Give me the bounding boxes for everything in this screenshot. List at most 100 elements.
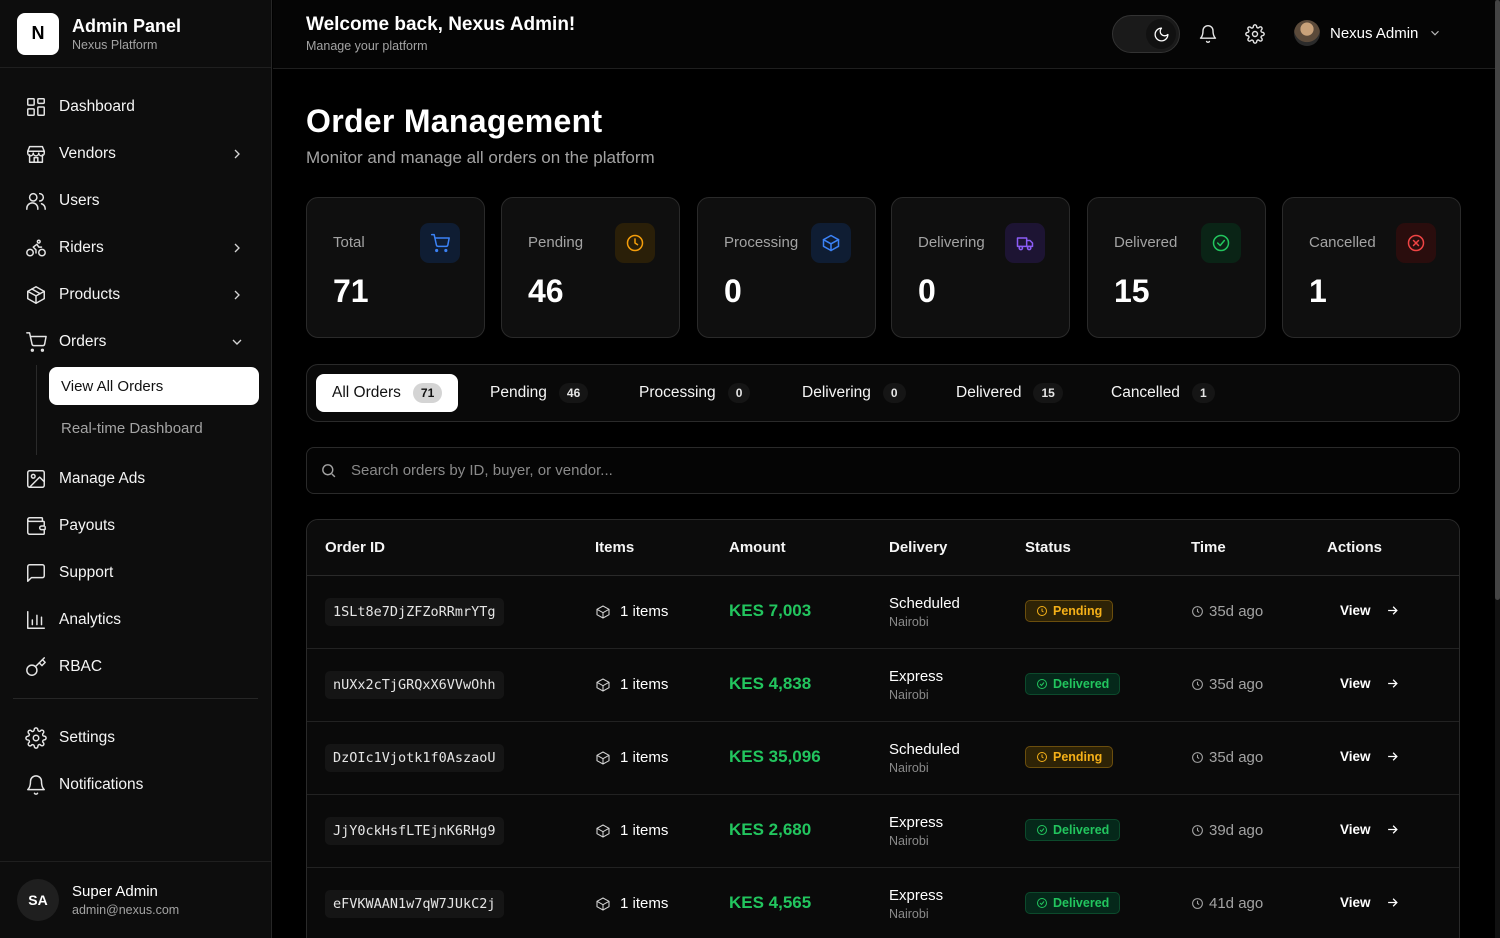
order-id[interactable]: DzOIc1Vjotk1f0AszaoU — [325, 744, 504, 772]
chevron-down-icon — [232, 339, 242, 345]
stat-card-total: Total 71 — [306, 197, 485, 338]
check-circle-icon — [1037, 898, 1047, 908]
bell-icon — [27, 774, 45, 795]
status-badge: Delivered — [1025, 673, 1121, 695]
subnav-view-all-orders[interactable]: View All Orders — [49, 367, 259, 405]
table-row[interactable]: nUXx2cTjGRQxX6VVwOhh 1 items KES 4,838 E… — [307, 649, 1459, 722]
sidebar-item-label: Notifications — [59, 775, 144, 793]
sidebar-user[interactable]: SA Super Admin admin@nexus.com — [0, 861, 271, 938]
stat-value: 15 — [1114, 273, 1150, 309]
tab-label: All Orders — [332, 384, 401, 401]
sidebar-item-dashboard[interactable]: Dashboard — [0, 83, 271, 130]
arrow-right-icon — [1387, 752, 1398, 761]
sidebar-item-products[interactable]: Products — [0, 271, 271, 318]
sidebar-item-riders[interactable]: Riders — [0, 224, 271, 271]
delivery-type: Express — [889, 668, 944, 685]
package-icon — [596, 750, 610, 765]
tab-count-badge: 71 — [412, 383, 443, 403]
wallet-icon — [27, 516, 46, 535]
sidebar-item-vendors[interactable]: Vendors — [0, 130, 271, 177]
column-header: Actions — [1327, 539, 1383, 556]
top-header: Welcome back, Nexus Admin! Manage your p… — [273, 0, 1500, 69]
tab-all-orders[interactable]: All Orders 71 — [316, 374, 459, 412]
stat-icon-box — [420, 223, 460, 263]
sidebar-item-payouts[interactable]: Payouts — [0, 502, 271, 549]
sidebar-item-users[interactable]: Users — [0, 177, 271, 224]
sidebar-item-manage-ads[interactable]: Manage Ads — [0, 455, 271, 502]
tab-processing[interactable]: Processing 0 — [623, 374, 766, 412]
view-order-button[interactable]: View — [1330, 597, 1410, 624]
tab-cancelled[interactable]: Cancelled 1 — [1095, 374, 1231, 412]
search-input[interactable] — [351, 462, 1351, 479]
header-user-menu[interactable]: Nexus Admin — [1294, 20, 1442, 46]
delivery-location: Nairobi — [889, 834, 929, 848]
bell-icon[interactable] — [1198, 24, 1218, 44]
sidebar-item-label: Orders — [59, 332, 107, 350]
check-circle-icon — [1037, 825, 1047, 835]
tab-count-badge: 15 — [1033, 383, 1063, 403]
theme-toggle[interactable] — [1112, 15, 1180, 53]
order-id[interactable]: nUXx2cTjGRQxX6VVwOhh — [325, 671, 504, 699]
order-amount: KES 4,838 — [729, 674, 812, 693]
delivery-location: Nairobi — [889, 907, 929, 921]
sidebar-item-notifications[interactable]: Notifications — [0, 761, 271, 808]
table-row[interactable]: JjY0ckHsfLTEjnK6RHg9 1 items KES 2,680 E… — [307, 795, 1459, 868]
brand-subtitle: Nexus Platform — [72, 37, 158, 52]
status-label: Pending — [1053, 604, 1103, 618]
order-time: 35d ago — [1191, 676, 1263, 693]
items-count: 1 items — [620, 822, 669, 839]
order-id[interactable]: JjY0ckHsfLTEjnK6RHg9 — [325, 817, 504, 845]
view-order-button[interactable]: View — [1330, 816, 1410, 843]
tab-delivering[interactable]: Delivering 0 — [786, 374, 922, 412]
truck-icon — [1016, 237, 1034, 251]
status-badge: Pending — [1025, 600, 1114, 622]
view-order-button[interactable]: View — [1330, 889, 1410, 916]
sidebar-item-analytics[interactable]: Analytics — [0, 596, 271, 643]
stat-card-delivered: Delivered 15 — [1087, 197, 1266, 338]
order-items: 1 items — [595, 895, 668, 912]
table-row[interactable]: eFVKWAAN1w7qW7JUkC2j 1 items KES 4,565 E… — [307, 868, 1459, 938]
stat-value: 1 — [1309, 273, 1327, 309]
page-scrollbar[interactable] — [1495, 0, 1500, 938]
table-header: Order ID Items Amount Delivery Status Time Act… — [307, 520, 1459, 576]
order-id[interactable]: 1SLt8e7DjZFZoRRmrYTg — [325, 598, 504, 626]
gear-icon[interactable] — [1245, 24, 1265, 44]
delivery-location: Nairobi — [889, 688, 929, 702]
order-time: 39d ago — [1191, 822, 1263, 839]
order-amount: KES 7,003 — [729, 601, 812, 620]
order-amount: KES 2,680 — [729, 820, 812, 839]
sidebar-item-label: Manage Ads — [59, 469, 146, 487]
sidebar-item-support[interactable]: Support — [0, 549, 271, 596]
subnav-realtime-dashboard[interactable]: Real-time Dashboard — [49, 409, 259, 447]
order-delivery: Express Nairobi — [889, 887, 943, 921]
order-time: 35d ago — [1191, 603, 1263, 620]
view-order-button[interactable]: View — [1330, 743, 1410, 770]
order-items: 1 items — [595, 822, 668, 839]
table-row[interactable]: DzOIc1Vjotk1f0AszaoU 1 items KES 35,096 … — [307, 722, 1459, 795]
order-time: 35d ago — [1191, 749, 1263, 766]
chevron-right-icon — [234, 243, 240, 252]
view-label: View — [1340, 749, 1371, 764]
status-label: Delivered — [1053, 896, 1110, 910]
column-header: Delivery — [889, 539, 948, 556]
view-order-button[interactable]: View — [1330, 670, 1410, 697]
order-time: 41d ago — [1191, 895, 1263, 912]
table-row[interactable]: 1SLt8e7DjZFZoRRmrYTg 1 items KES 7,003 S… — [307, 576, 1459, 649]
order-delivery: Scheduled Nairobi — [889, 595, 960, 629]
column-header: Order ID — [325, 539, 386, 556]
stat-label: Processing — [724, 234, 799, 251]
sidebar-item-orders[interactable]: Orders — [0, 318, 271, 365]
brand: N Admin Panel Nexus Platform — [0, 0, 271, 68]
tab-delivered[interactable]: Delivered 15 — [940, 374, 1079, 412]
tab-pending[interactable]: Pending 46 — [474, 374, 604, 412]
order-delivery: Scheduled Nairobi — [889, 741, 960, 775]
brand-logo[interactable]: N — [17, 12, 59, 55]
stat-card-delivering: Delivering 0 — [891, 197, 1070, 338]
sidebar-item-settings[interactable]: Settings — [0, 714, 271, 761]
order-id[interactable]: eFVKWAAN1w7qW7JUkC2j — [325, 890, 504, 918]
sidebar-item-rbac[interactable]: RBAC — [0, 643, 271, 690]
scrollbar-thumb[interactable] — [1495, 0, 1500, 600]
view-label: View — [1340, 895, 1371, 910]
tab-count-badge: 0 — [727, 383, 751, 403]
stat-label: Delivered — [1114, 234, 1178, 251]
